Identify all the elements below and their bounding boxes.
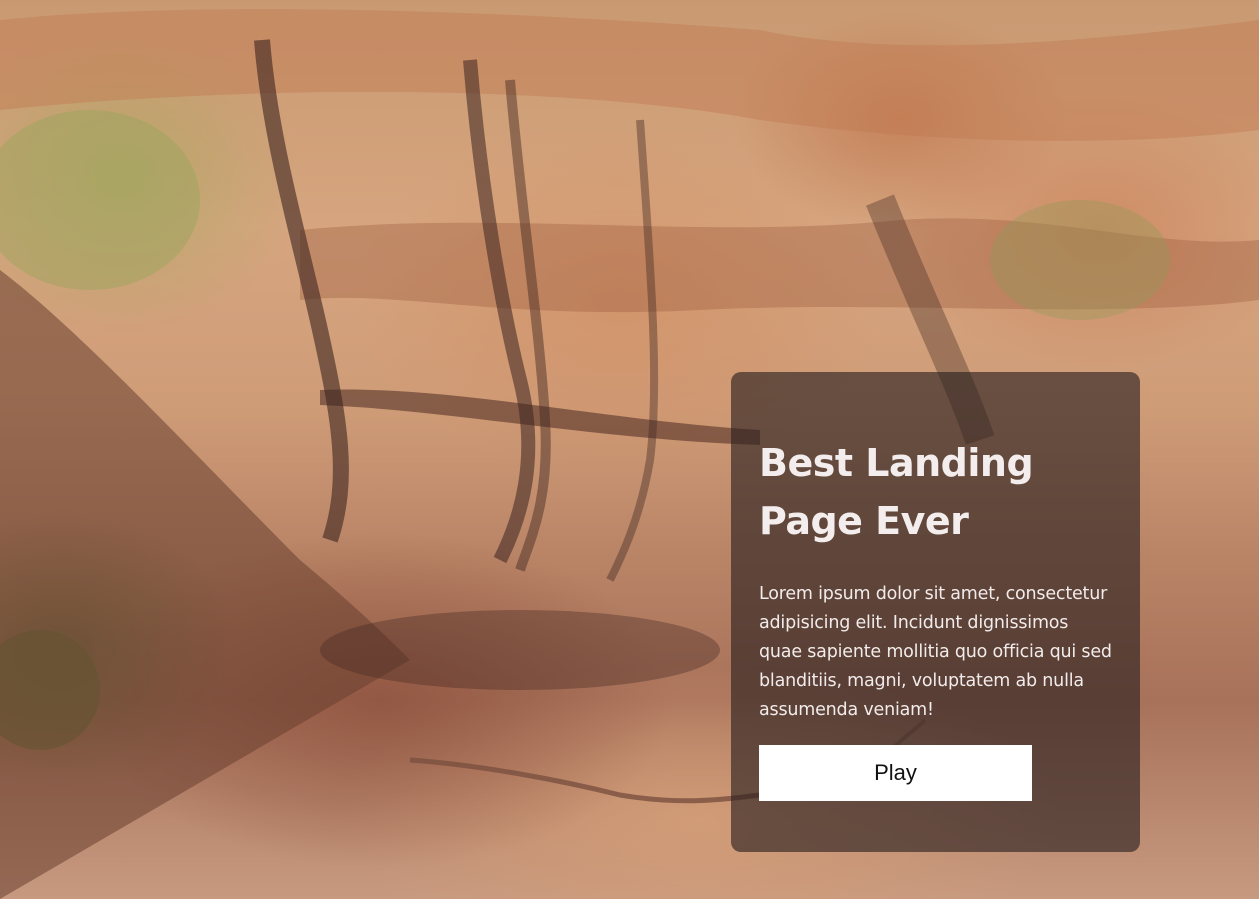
hero-info-card: Best Landing Page Ever Lorem ipsum dolor… xyxy=(731,372,1140,852)
hero-title: Best Landing Page Ever xyxy=(759,441,1034,543)
play-button[interactable]: Play xyxy=(759,745,1032,801)
hero-description: Lorem ipsum dolor sit amet, consectetur … xyxy=(759,584,1112,720)
